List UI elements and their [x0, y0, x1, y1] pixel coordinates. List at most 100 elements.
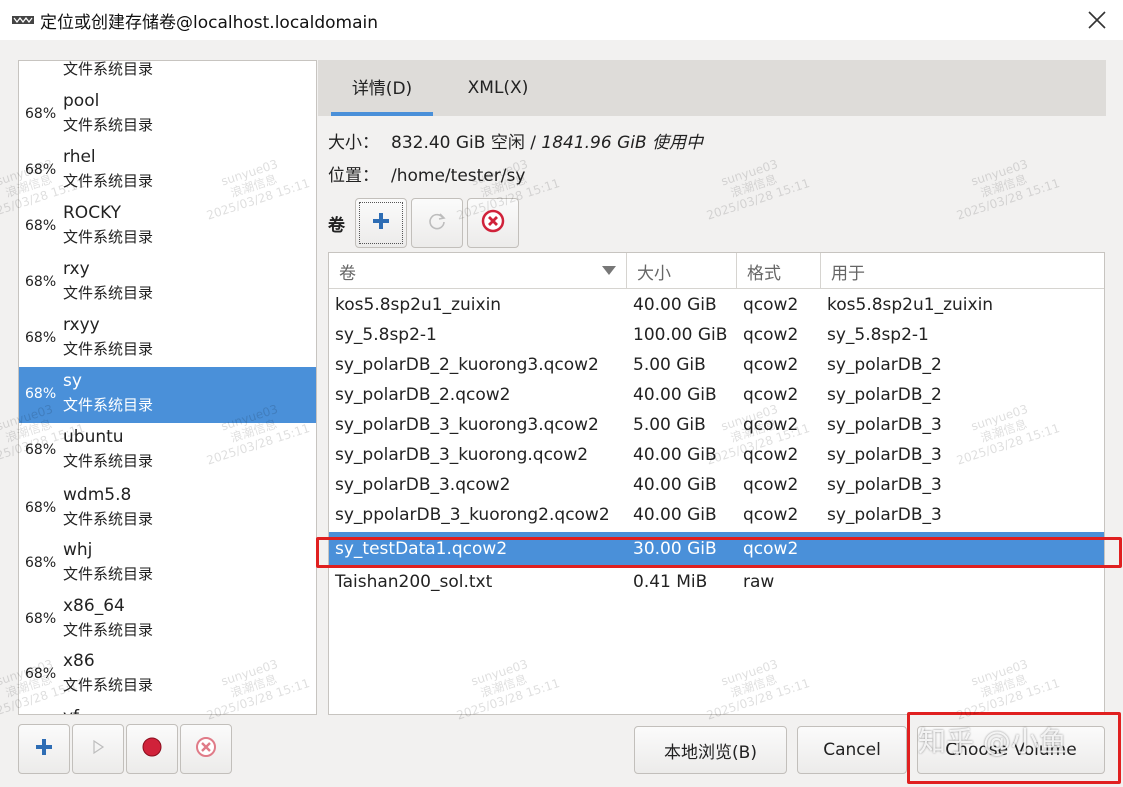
pool-type: 文件系统目录 — [63, 452, 154, 470]
cell-size: 40.00 GiB — [633, 295, 717, 315]
pool-name: x86_64 — [63, 596, 125, 616]
pool-item[interactable]: 68% whj 文件系统目录 — [19, 536, 316, 592]
table-row[interactable]: sy_polarDB_3_kuorong.qcow2 40.00 GiB qcow2… — [329, 440, 1104, 470]
storage-pool-list[interactable]: 文件系统目录 68% pool 文件系统目录 68% rhel 文件系统目录 68% ROCKY… — [18, 60, 317, 715]
pool-type: 文件系统目录 — [63, 340, 154, 358]
table-row[interactable]: sy_polarDB_2.qcow2 40.00 GiB qcow2 sy_polar… — [329, 380, 1104, 410]
cell-volume-name: sy_ppolarDB_3_kuorong2.qcow2 — [335, 505, 610, 525]
column-header-format[interactable]: 格式 — [737, 253, 821, 289]
pool-name: yf — [63, 707, 79, 714]
start-pool-button[interactable] — [72, 724, 124, 774]
pool-toolbar — [18, 724, 232, 776]
column-header-volume[interactable]: 卷 — [329, 253, 627, 289]
choose-volume-button[interactable]: Choose Volume — [917, 726, 1105, 774]
column-header-used-by[interactable]: 用于 — [821, 253, 1104, 289]
table-row[interactable]: sy_polarDB_3.qcow2 40.00 GiB qcow2 sy_polar… — [329, 470, 1104, 500]
pool-item[interactable]: 68% sy 文件系统目录 — [19, 367, 316, 423]
cell-used-by — [821, 567, 827, 597]
cell-volume-name: sy_polarDB_3_kuorong.qcow2 — [335, 445, 589, 465]
pool-name: whj — [63, 540, 93, 560]
cell-format: qcow2 — [743, 475, 799, 495]
cell-format: raw — [743, 572, 775, 592]
delete-circle-icon — [195, 736, 217, 762]
delete-volume-button[interactable] — [467, 198, 519, 248]
pool-usage-percent: 68% — [25, 274, 57, 290]
pool-item[interactable]: 68% x86_64 文件系统目录 — [19, 592, 316, 648]
tab-details[interactable]: 详情(D) — [331, 60, 433, 116]
table-row[interactable]: sy_testData1.qcow2 30.00 GiB qcow2 — [329, 532, 1104, 566]
pool-item[interactable]: 68% pool 文件系统目录 — [19, 87, 316, 143]
pool-type: 文件系统目录 — [63, 172, 154, 190]
delete-pool-button[interactable] — [180, 724, 232, 774]
table-row[interactable]: sy_ppolarDB_3_kuorong2.qcow2 40.00 GiB qco… — [329, 500, 1104, 530]
pool-item[interactable]: 68% rhel 文件系统目录 — [19, 143, 316, 199]
pool-type: 文件系统目录 — [63, 621, 154, 639]
pool-name: x86 — [63, 651, 95, 671]
column-header-size[interactable]: 大小 — [627, 253, 737, 289]
cell-format: qcow2 — [743, 539, 799, 559]
add-volume-button[interactable] — [355, 198, 407, 248]
pool-name: ROCKY — [63, 203, 121, 223]
cell-size: 40.00 GiB — [633, 475, 717, 495]
pool-usage-percent: 68% — [25, 330, 57, 346]
pool-usage-percent: 68% — [25, 442, 57, 458]
pool-item[interactable]: 68% rxyy 文件系统目录 — [19, 311, 316, 367]
pool-usage-percent: 68% — [25, 218, 57, 234]
cell-size: 40.00 GiB — [633, 385, 717, 405]
cell-size: 30.00 GiB — [633, 539, 717, 559]
cell-used-by: sy_polarDB_3 — [827, 505, 942, 525]
add-pool-button[interactable] — [18, 724, 70, 774]
cell-used-by: sy_polarDB_2 — [827, 355, 942, 375]
pool-item[interactable]: yf — [19, 703, 316, 714]
tab-xml[interactable]: XML(X) — [448, 60, 548, 116]
pool-type: 文件系统目录 — [63, 510, 154, 528]
pool-name: wdm5.8 — [63, 485, 132, 505]
table-row[interactable]: sy_5.8sp2-1 100.00 GiB qcow2 sy_5.8sp2-1 — [329, 320, 1104, 350]
table-row[interactable]: sy_polarDB_3_kuorong3.qcow2 5.00 GiB qcow2… — [329, 410, 1104, 440]
cell-size: 5.00 GiB — [633, 355, 706, 375]
pool-name: ubuntu — [63, 427, 124, 447]
size-used: 1841.96 GiB 使用中 — [541, 133, 704, 153]
table-row[interactable]: kos5.8sp2u1_zuixin 40.00 GiB qcow2 kos5.8sp… — [329, 290, 1104, 320]
volumes-label: 卷 — [328, 215, 345, 236]
table-row[interactable]: Taishan200_sol.txt 0.41 MiB raw — [329, 567, 1104, 597]
close-icon[interactable] — [1085, 8, 1109, 32]
pool-name: rxyy — [63, 315, 100, 335]
volume-table[interactable]: 卷 大小 格式 用于 kos5.8sp2u1_zuixin 40.00 GiB qc… — [328, 252, 1105, 715]
cell-size: 0.41 MiB — [633, 572, 708, 592]
pool-item[interactable]: 68% ROCKY 文件系统目录 — [19, 199, 316, 255]
stop-pool-button[interactable] — [126, 724, 178, 774]
cancel-button[interactable]: Cancel — [797, 726, 907, 774]
pool-item[interactable]: 68% rxy 文件系统目录 — [19, 255, 316, 311]
pool-name: rxy — [63, 259, 90, 279]
cell-format: qcow2 — [743, 415, 799, 435]
pool-type: 文件系统目录 — [63, 228, 154, 246]
pool-item[interactable]: 68% x86 文件系统目录 — [19, 647, 316, 703]
details-panel: 大小： 832.40 GiB 空闲 / 1841.96 GiB 使用中 位置： /h… — [318, 116, 1106, 716]
table-row[interactable]: sy_polarDB_2_kuorong3.qcow2 5.00 GiB qcow2… — [329, 350, 1104, 380]
pool-usage-percent: 68% — [25, 611, 57, 627]
tab-bar: 详情(D) XML(X) — [318, 60, 1106, 116]
pool-usage-percent: 68% — [25, 106, 57, 122]
browse-local-button[interactable]: 本地浏览(B) — [634, 726, 787, 774]
pool-item[interactable]: 68% wdm5.8 文件系统目录 — [19, 481, 316, 537]
cell-volume-name: Taishan200_sol.txt — [335, 572, 493, 592]
delete-circle-icon — [481, 209, 505, 237]
window-title: 定位或创建存储卷@localhost.localdomain — [40, 12, 378, 33]
pool-item[interactable]: 文件系统目录 — [19, 61, 316, 87]
pool-name: pool — [63, 91, 100, 111]
pool-type: 文件系统目录 — [63, 396, 154, 414]
refresh-volume-button[interactable] — [411, 198, 463, 248]
play-icon — [90, 739, 106, 759]
size-label: 大小： — [328, 133, 379, 153]
cell-volume-name: sy_polarDB_3_kuorong3.qcow2 — [335, 415, 599, 435]
pool-name: rhel — [63, 147, 96, 167]
cell-volume-name: sy_polarDB_2_kuorong3.qcow2 — [335, 355, 599, 375]
pool-item[interactable]: 68% ubuntu 文件系统目录 — [19, 423, 316, 479]
cell-format: qcow2 — [743, 355, 799, 375]
cell-used-by: sy_polarDB_3 — [827, 445, 942, 465]
cell-volume-name: sy_polarDB_2.qcow2 — [335, 385, 511, 405]
cell-format: qcow2 — [743, 295, 799, 315]
cell-size: 100.00 GiB — [633, 325, 728, 345]
cell-volume-name: sy_5.8sp2-1 — [335, 325, 437, 345]
